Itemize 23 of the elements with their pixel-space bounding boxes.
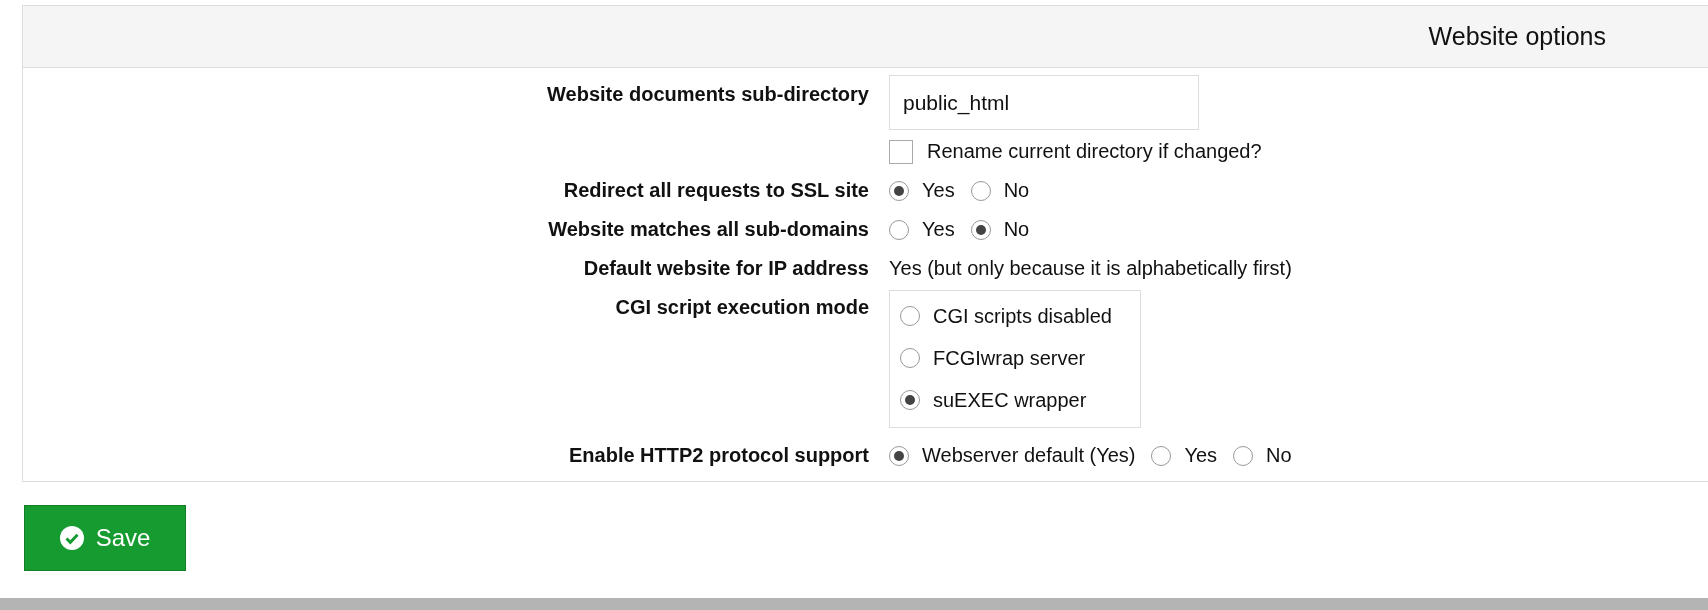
field-label: CGI script execution mode bbox=[614, 295, 870, 320]
radio-option[interactable]: FCGIwrap server bbox=[900, 337, 1112, 379]
radio-option[interactable]: Yes bbox=[889, 210, 955, 249]
save-button[interactable]: Save bbox=[24, 505, 186, 571]
radio-option[interactable]: CGI scripts disabled bbox=[900, 295, 1112, 337]
text-input[interactable]: public_html bbox=[889, 75, 1199, 130]
radio-option[interactable]: Yes bbox=[889, 171, 955, 210]
checkbox[interactable] bbox=[889, 139, 913, 164]
check-circle-icon bbox=[59, 526, 84, 550]
radio-option[interactable]: No bbox=[970, 210, 1030, 249]
radio-option[interactable]: No bbox=[970, 171, 1030, 210]
radio-option[interactable]: No bbox=[1233, 436, 1292, 475]
radio-option[interactable]: Yes bbox=[1151, 436, 1218, 475]
field-label: Website documents sub-directory bbox=[546, 82, 870, 107]
checkbox-label: Rename current directory if changed? bbox=[927, 139, 1262, 164]
field-label: Enable HTTP2 protocol support bbox=[568, 443, 870, 468]
radio-option[interactable]: Webserver default (Yes) bbox=[889, 436, 1136, 475]
field-label: Default website for IP address bbox=[582, 256, 870, 281]
panel-title: Website options bbox=[1428, 22, 1606, 51]
radio-option[interactable]: suEXEC wrapper bbox=[900, 379, 1112, 421]
field-label: Redirect all requests to SSL site bbox=[562, 178, 870, 203]
field-value: Yes (but only because it is alphabetically first) bbox=[889, 256, 1292, 281]
field-label: Website matches all sub-domains bbox=[547, 217, 870, 242]
